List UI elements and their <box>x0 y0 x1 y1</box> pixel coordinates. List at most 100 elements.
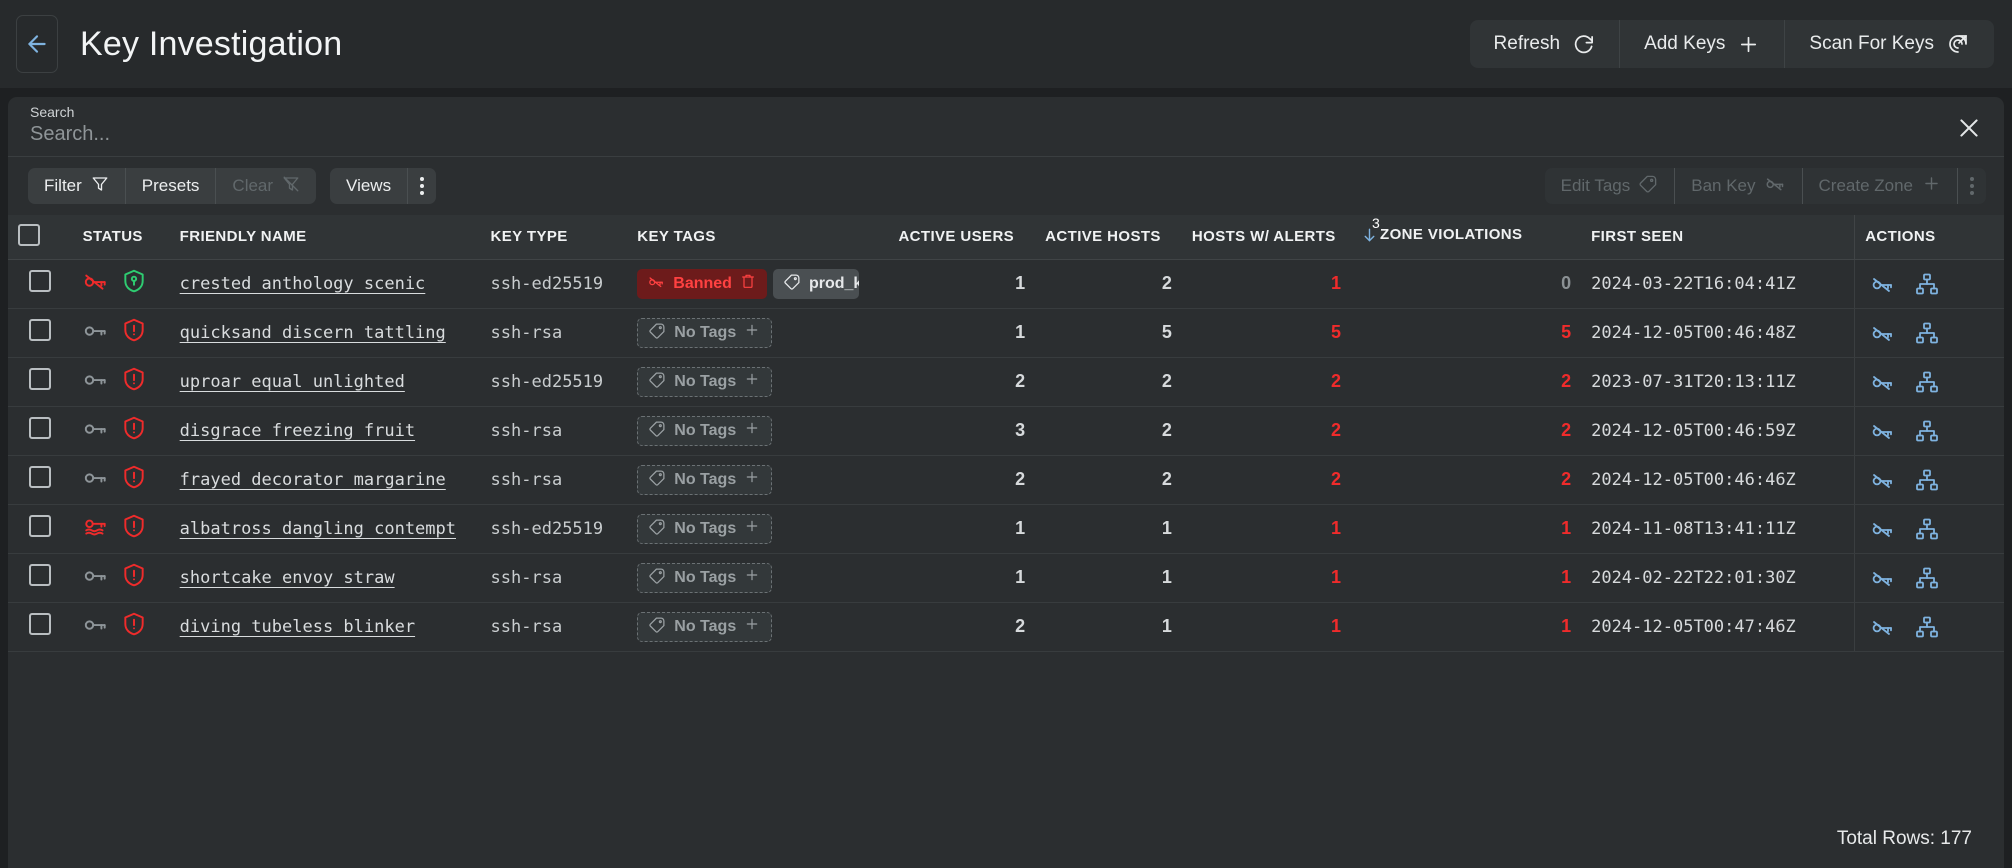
key-tag-chip[interactable]: prod_ke <box>772 268 859 299</box>
ban-key-action[interactable] <box>1871 419 1895 443</box>
view-zone-action[interactable] <box>1915 272 1939 296</box>
friendly-name-link[interactable]: quicksand discern tattling <box>180 323 446 343</box>
friendly-name-cell[interactable]: shortcake envoy straw <box>169 553 481 603</box>
back-button[interactable] <box>16 15 58 73</box>
table-row[interactable]: crested anthology scenic ssh-ed25519 Ban… <box>8 258 2004 309</box>
row-select-cell[interactable] <box>8 406 73 456</box>
ban-key-action[interactable] <box>1871 615 1895 639</box>
key-tags-cell[interactable]: No Tags <box>627 308 889 358</box>
bulk-overflow-button[interactable] <box>1958 168 1986 204</box>
friendly-name-cell[interactable]: albatross dangling contempt <box>169 504 481 554</box>
key-tags-cell[interactable]: No Tags <box>627 455 889 505</box>
no-tags-chip[interactable]: No Tags <box>637 611 773 642</box>
presets-button[interactable]: Presets <box>126 168 217 204</box>
ban-key-action[interactable] <box>1871 517 1895 541</box>
plus-icon[interactable] <box>744 567 760 588</box>
row-select-cell[interactable] <box>8 602 73 652</box>
row-checkbox[interactable] <box>29 515 52 537</box>
friendly-name-cell[interactable]: disgrace freezing fruit <box>169 406 481 456</box>
table-row[interactable]: disgrace freezing fruit ssh-rsa No Tags … <box>8 406 2004 456</box>
view-zone-action[interactable] <box>1915 419 1939 443</box>
plus-icon[interactable] <box>744 518 760 539</box>
no-tags-chip[interactable]: No Tags <box>637 562 773 593</box>
friendly-name-link[interactable]: diving tubeless blinker <box>180 617 415 637</box>
row-checkbox[interactable] <box>29 417 52 439</box>
row-select-cell[interactable] <box>8 258 73 309</box>
view-zone-action[interactable] <box>1915 566 1939 590</box>
column-header-first-seen[interactable]: FIRST SEEN <box>1581 215 1855 260</box>
ban-key-action[interactable] <box>1871 370 1895 394</box>
friendly-name-cell[interactable]: frayed decorator margarine <box>169 455 481 505</box>
scan-for-keys-button[interactable]: Scan For Keys <box>1785 20 1994 68</box>
trash-icon[interactable] <box>740 273 756 294</box>
friendly-name-link[interactable]: albatross dangling contempt <box>180 519 456 539</box>
friendly-name-link[interactable]: frayed decorator margarine <box>180 470 446 490</box>
table-row[interactable]: shortcake envoy straw ssh-rsa No Tags 1 … <box>8 553 2004 603</box>
table-row[interactable]: uproar equal unlighted ssh-ed25519 No Ta… <box>8 357 2004 407</box>
friendly-name-link[interactable]: uproar equal unlighted <box>180 372 405 392</box>
view-zone-action[interactable] <box>1915 321 1939 345</box>
add-keys-button[interactable]: Add Keys <box>1620 20 1786 68</box>
key-tags-cell[interactable]: Banned prod_ke <box>627 258 889 309</box>
row-select-cell[interactable] <box>8 357 73 407</box>
refresh-button[interactable]: Refresh <box>1470 20 1621 68</box>
row-select-cell[interactable] <box>8 455 73 505</box>
row-select-cell[interactable] <box>8 553 73 603</box>
friendly-name-link[interactable]: shortcake envoy straw <box>180 568 395 588</box>
row-checkbox[interactable] <box>29 319 52 341</box>
plus-icon[interactable] <box>744 469 760 490</box>
view-zone-action[interactable] <box>1915 370 1939 394</box>
ban-key-action[interactable] <box>1871 566 1895 590</box>
clear-filter-button[interactable]: Clear <box>216 168 316 204</box>
key-tags-cell[interactable]: No Tags <box>627 602 889 652</box>
column-header-hosts-with-alerts[interactable]: HOSTS W/ ALERTS <box>1181 215 1352 260</box>
table-row[interactable]: diving tubeless blinker ssh-rsa No Tags … <box>8 602 2004 652</box>
plus-icon[interactable] <box>744 371 760 392</box>
plus-icon[interactable] <box>744 616 760 637</box>
column-header-friendly-name[interactable]: FRIENDLY NAME <box>169 215 481 260</box>
banned-tag-chip[interactable]: Banned <box>637 268 767 299</box>
column-header-key-tags[interactable]: KEY TAGS <box>627 215 889 260</box>
column-header-active-hosts[interactable]: ACTIVE HOSTS <box>1035 215 1182 260</box>
column-header-zone-violations[interactable]: 3 ZONE VIOLATIONS <box>1351 215 1582 260</box>
row-checkbox[interactable] <box>29 613 52 635</box>
search-input[interactable] <box>30 123 1982 146</box>
row-checkbox[interactable] <box>29 368 52 390</box>
no-tags-chip[interactable]: No Tags <box>637 513 773 544</box>
friendly-name-link[interactable]: disgrace freezing fruit <box>180 421 415 441</box>
friendly-name-cell[interactable]: uproar equal unlighted <box>169 357 481 407</box>
friendly-name-link[interactable]: crested anthology scenic <box>180 274 426 294</box>
friendly-name-cell[interactable]: diving tubeless blinker <box>169 602 481 652</box>
ban-key-action[interactable] <box>1871 272 1895 296</box>
row-checkbox[interactable] <box>29 270 52 292</box>
row-select-cell[interactable] <box>8 504 73 554</box>
view-zone-action[interactable] <box>1915 517 1939 541</box>
table-row[interactable]: albatross dangling contempt ssh-ed25519 … <box>8 504 2004 554</box>
table-row[interactable]: quicksand discern tattling ssh-rsa No Ta… <box>8 308 2004 358</box>
ban-key-button[interactable]: Ban Key <box>1675 168 1803 204</box>
view-zone-action[interactable] <box>1915 468 1939 492</box>
table-row[interactable]: frayed decorator margarine ssh-rsa No Ta… <box>8 455 2004 505</box>
views-overflow-button[interactable] <box>408 168 436 204</box>
row-select-cell[interactable] <box>8 308 73 358</box>
search-clear-button[interactable] <box>1952 113 1986 147</box>
create-zone-button[interactable]: Create Zone <box>1803 168 1958 204</box>
ban-key-action[interactable] <box>1871 321 1895 345</box>
row-checkbox[interactable] <box>29 564 52 586</box>
key-tags-cell[interactable]: No Tags <box>627 406 889 456</box>
select-all-header[interactable] <box>8 215 73 260</box>
key-tags-cell[interactable]: No Tags <box>627 553 889 603</box>
friendly-name-cell[interactable]: quicksand discern tattling <box>169 308 481 358</box>
ban-key-action[interactable] <box>1871 468 1895 492</box>
column-header-active-users[interactable]: ACTIVE USERS <box>888 215 1036 260</box>
key-tags-cell[interactable]: No Tags <box>627 504 889 554</box>
column-header-key-type[interactable]: KEY TYPE <box>480 215 628 260</box>
friendly-name-cell[interactable]: crested anthology scenic <box>169 258 481 309</box>
row-checkbox[interactable] <box>29 466 52 488</box>
key-tags-cell[interactable]: No Tags <box>627 357 889 407</box>
view-zone-action[interactable] <box>1915 615 1939 639</box>
edit-tags-button[interactable]: Edit Tags <box>1545 168 1676 204</box>
no-tags-chip[interactable]: No Tags <box>637 317 773 348</box>
select-all-checkbox[interactable] <box>18 223 40 246</box>
no-tags-chip[interactable]: No Tags <box>637 366 773 397</box>
